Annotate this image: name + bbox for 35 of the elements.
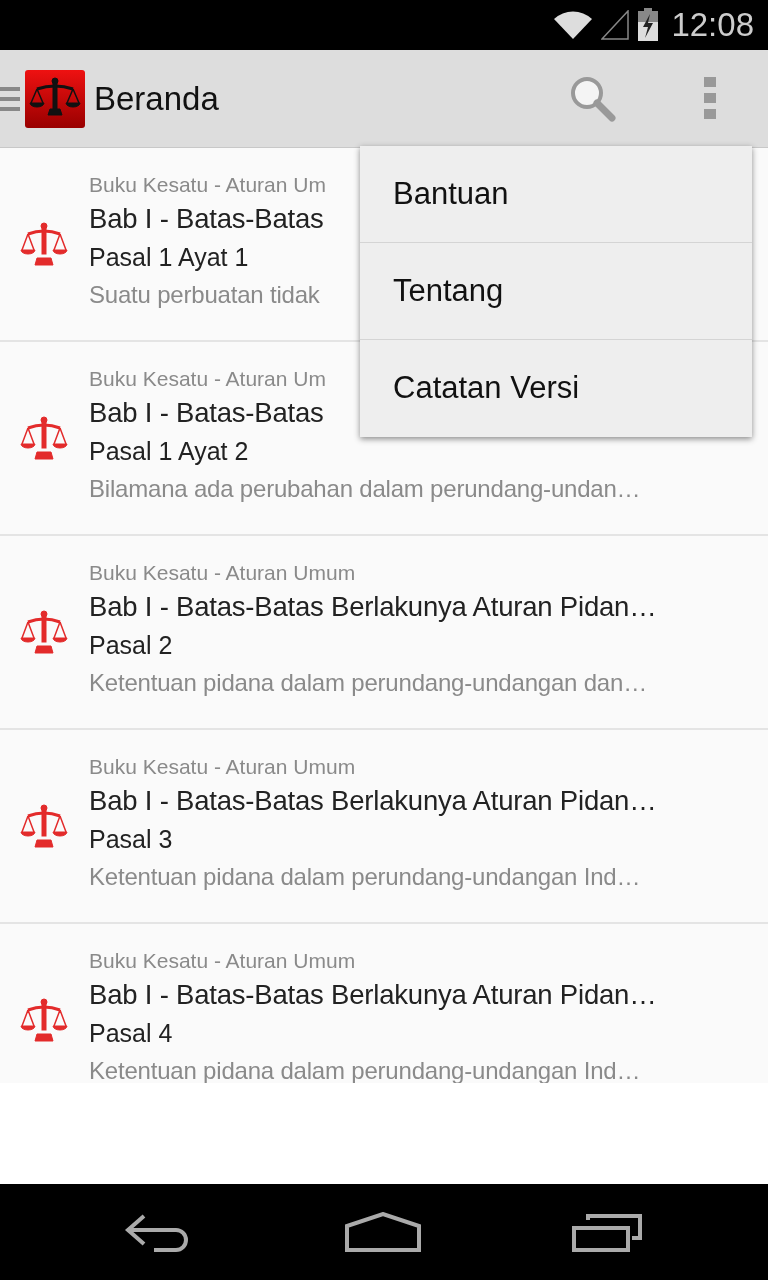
section-label: Buku Kesatu - Aturan Um xyxy=(89,173,326,196)
recent-apps-icon[interactable] xyxy=(572,1212,645,1252)
scales-icon xyxy=(20,222,68,266)
article-label: Pasal 3 xyxy=(89,825,173,853)
scales-logo-icon xyxy=(24,68,86,129)
article-label: Pasal 1 Ayat 1 xyxy=(89,243,249,271)
article-excerpt: Bilamana ada perubahan dalam perundang-undan… xyxy=(89,475,641,502)
chapter-title: Bab I - Batas-Batas xyxy=(89,203,324,234)
signal-icon xyxy=(601,10,630,40)
menu-item[interactable]: Tentang xyxy=(360,243,752,340)
section-label: Buku Kesatu - Aturan Umum xyxy=(89,755,356,778)
home-icon[interactable] xyxy=(345,1212,421,1252)
menu-item[interactable]: Bantuan xyxy=(360,146,752,243)
article-label: Pasal 1 Ayat 2 xyxy=(89,437,249,465)
scales-icon xyxy=(20,416,68,460)
clock-time: 12:08 xyxy=(671,5,754,46)
scales-icon xyxy=(20,804,68,848)
chapter-title: Bab I - Batas-Batas Berlakunya Aturan Pidan… xyxy=(89,591,657,622)
article-excerpt: Suatu perbuatan tidak xyxy=(89,281,320,308)
article-excerpt: Ketentuan pidana dalam perundang-undangan dan… xyxy=(89,669,647,696)
screen-title: Beranda xyxy=(94,78,219,119)
section-label: Buku Kesatu - Aturan Umum xyxy=(89,949,356,972)
chapter-title: Bab I - Batas-Batas Berlakunya Aturan Pidan… xyxy=(89,785,657,816)
battery-icon xyxy=(637,8,660,42)
article-label: Pasal 2 xyxy=(89,631,173,659)
scales-icon xyxy=(20,998,68,1042)
article-excerpt: Ketentuan pidana dalam perundang-undangan Ind… xyxy=(89,863,641,890)
chapter-title: Bab I - Batas-Batas Berlakunya Aturan Pidan… xyxy=(89,979,657,1010)
scales-icon xyxy=(20,610,68,654)
section-label: Buku Kesatu - Aturan Um xyxy=(89,367,326,390)
article-label: Pasal 4 xyxy=(89,1019,173,1047)
chapter-title: Bab I - Batas-Batas xyxy=(89,397,324,428)
wifi-icon xyxy=(553,10,594,40)
menu-item[interactable]: Catatan Versi xyxy=(360,340,752,437)
section-label: Buku Kesatu - Aturan Umum xyxy=(89,561,356,584)
